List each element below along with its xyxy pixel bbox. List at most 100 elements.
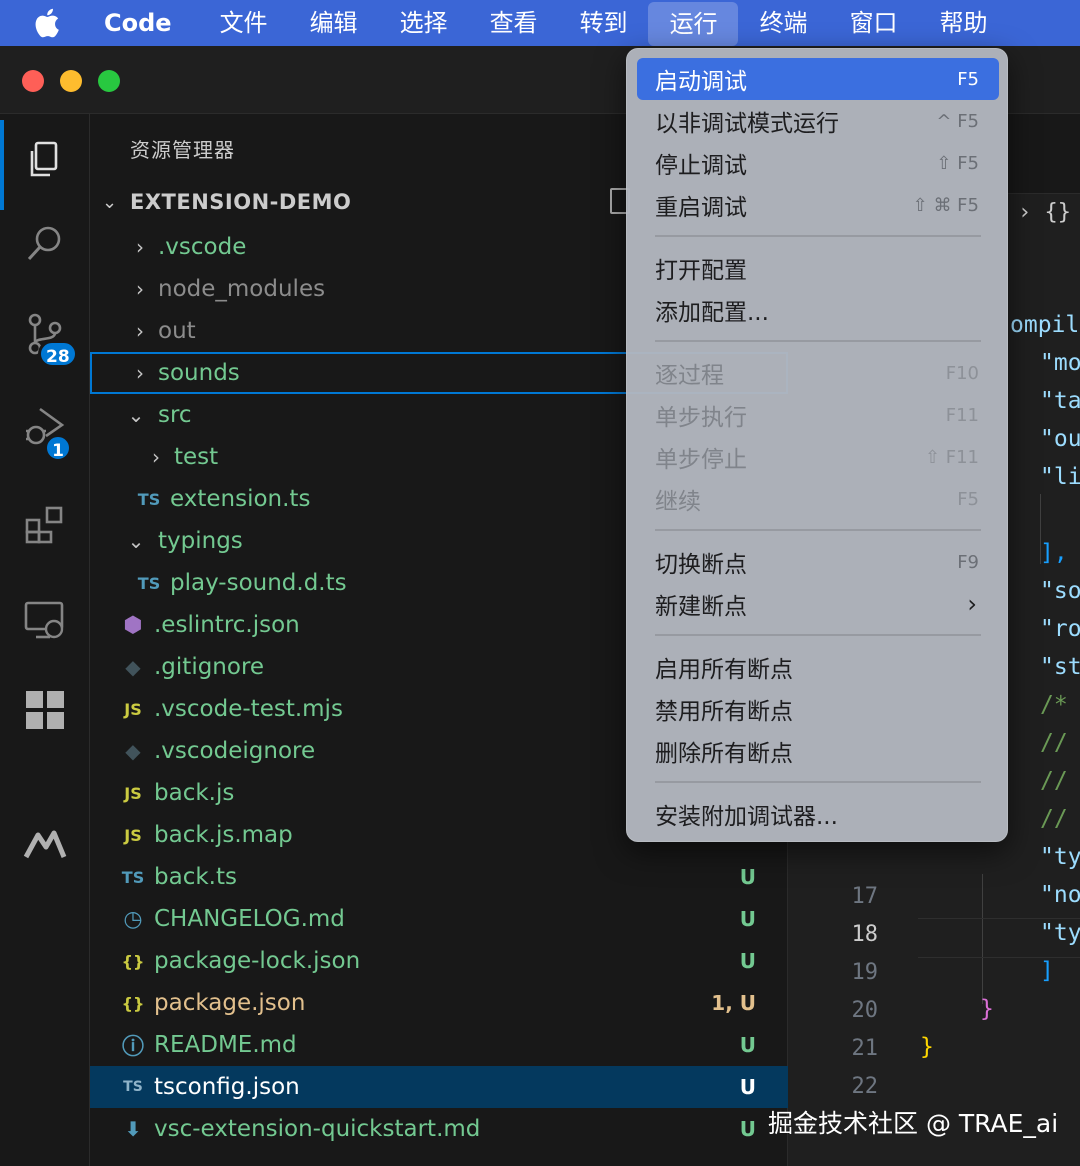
menu-item-label: 切换断点 [655,552,747,578]
explorer-title: 资源管理器 [130,138,235,162]
tree-item-label: node_modules [158,276,326,302]
line-number: 20 [851,998,879,1023]
zoom-window-button[interactable] [98,70,120,92]
menu-item-new-breakpoint[interactable]: 新建断点 › [637,583,999,625]
tree-file-tsconfig[interactable]: TS tsconfig.json U [90,1066,788,1108]
menu-file[interactable]: 文件 [198,0,288,46]
shortcut-label: ⇧ F5 [936,152,979,174]
menu-item-remove-all-breakpoints[interactable]: 删除所有断点 [637,730,999,772]
code-token: "ro [1040,616,1080,642]
tsconfig-file-icon: TS [123,1079,143,1095]
tree-file-quickstart[interactable]: ⬇ vsc-extension-quickstart.md U [90,1108,788,1150]
menu-item-label: 单步执行 [655,405,747,431]
marscode-icon[interactable] [0,804,90,884]
tree-item-label: play-sound.d.ts [170,570,347,596]
line-number: 18 [851,922,879,947]
chevron-down-icon: ⌄ [102,191,118,213]
code-token: } [920,1034,934,1060]
search-icon[interactable] [0,204,90,284]
tree-item-label: sounds [158,360,240,386]
menu-item-run-without-debugging[interactable]: 以非调试模式运行 ^ F5 [637,100,999,142]
menu-item-add-configuration[interactable]: 添加配置... [637,289,999,331]
menu-item-label: 继续 [655,489,701,515]
menu-terminal[interactable]: 终端 [738,0,828,46]
tree-file-back-ts[interactable]: TS back.ts U [90,856,788,898]
tree-item-label: .gitignore [154,654,265,680]
menu-item-start-debugging[interactable]: 启动调试 F5 [637,58,999,100]
git-status-badge: U [739,1033,756,1057]
code-token: "ou [1040,426,1080,452]
apple-logo-icon[interactable] [0,7,92,39]
app-grid-icon[interactable] [0,670,90,750]
code-token: ] [1040,958,1054,984]
tree-file-readme[interactable]: ⓘ README.md U [90,1024,788,1066]
git-status-badge: U [739,865,756,889]
run-debug-icon[interactable]: 1 [0,386,90,466]
tree-item-label: out [158,318,196,344]
menu-item-restart-debugging[interactable]: 重启调试 ⇧ ⌘ F5 [637,184,999,226]
menu-window[interactable]: 窗口 [828,0,918,46]
tree-item-label: back.ts [154,864,237,890]
menu-go[interactable]: 转到 [558,0,648,46]
menu-item-label: 启动调试 [655,69,747,95]
code-token: "ta [1040,388,1080,414]
tree-item-label: test [174,444,219,470]
menu-separator [655,634,981,636]
menu-item-label: 打开配置 [655,258,747,284]
minimize-window-button[interactable] [60,70,82,92]
chevron-right-icon: › [136,277,144,301]
json-file-icon: {} [121,993,145,1013]
menu-item-label: 安装附加调试器... [655,804,838,830]
shortcut-label: ⇧ ⌘ F5 [912,194,979,216]
extensions-icon[interactable] [0,484,90,564]
git-file-icon: ◆ [125,655,141,679]
close-window-button[interactable] [22,70,44,92]
menu-separator [655,340,981,342]
source-control-icon[interactable]: 28 [0,294,90,374]
menu-item-disable-all-breakpoints[interactable]: 禁用所有断点 [637,688,999,730]
menu-view[interactable]: 查看 [468,0,558,46]
menu-selection[interactable]: 选择 [378,0,468,46]
menu-item-label: 停止调试 [655,153,747,179]
chevron-right-icon: › [136,319,144,343]
javascript-file-icon: JS [124,699,142,719]
code-token: "mo [1040,350,1080,376]
menu-item-toggle-breakpoint[interactable]: 切换断点 F9 [637,541,999,583]
menu-app-code[interactable]: Code [92,0,198,46]
explorer-icon[interactable] [0,120,90,210]
chevron-right-icon: › [967,590,977,618]
menu-run[interactable]: 运行 [647,1,738,46]
code-token: "ty [1040,844,1080,870]
menu-item-label: 禁用所有断点 [655,699,793,725]
tree-item-label: .eslintrc.json [154,612,300,638]
shortcut-label: ⇧ F11 [924,446,979,468]
menu-item-enable-all-breakpoints[interactable]: 启用所有断点 [637,646,999,688]
code-token: ], [1040,540,1068,566]
tree-file-changelog[interactable]: ◷ CHANGELOG.md U [90,898,788,940]
menu-edit[interactable]: 编辑 [288,0,378,46]
typescript-file-icon: TS [121,867,145,887]
breadcrumb[interactable]: › {} [1018,200,1071,225]
menu-item-label: 启用所有断点 [655,657,793,683]
menu-item-label: 添加配置... [655,300,769,326]
menu-item-open-configurations[interactable]: 打开配置 [637,247,999,289]
menu-help[interactable]: 帮助 [918,0,1008,46]
run-menu-dropdown: 启动调试 F5 以非调试模式运行 ^ F5 停止调试 ⇧ F5 重启调试 ⇧ ⌘… [626,48,1008,842]
tree-item-label: CHANGELOG.md [154,906,345,932]
remote-explorer-icon[interactable] [0,580,90,660]
code-token: ompil [1010,312,1080,338]
tree-item-label: .vscode [158,234,247,260]
tree-item-label: README.md [154,1032,297,1058]
javascript-file-icon: JS [124,783,142,803]
shortcut-label: F11 [945,404,979,426]
menu-separator [655,781,981,783]
git-status-badge: U [739,949,756,973]
menu-item-step-over: 逐过程 F10 [637,352,999,394]
tree-file-package-json[interactable]: {} package.json 1, U [90,982,788,1024]
menu-item-install-debuggers[interactable]: 安装附加调试器... [637,793,999,835]
javascript-file-icon: JS [124,825,142,845]
menu-item-stop-debugging[interactable]: 停止调试 ⇧ F5 [637,142,999,184]
tree-item-label: back.js.map [154,822,293,848]
tree-item-label: package-lock.json [154,948,361,974]
tree-file-package-lock[interactable]: {} package-lock.json U [90,940,788,982]
